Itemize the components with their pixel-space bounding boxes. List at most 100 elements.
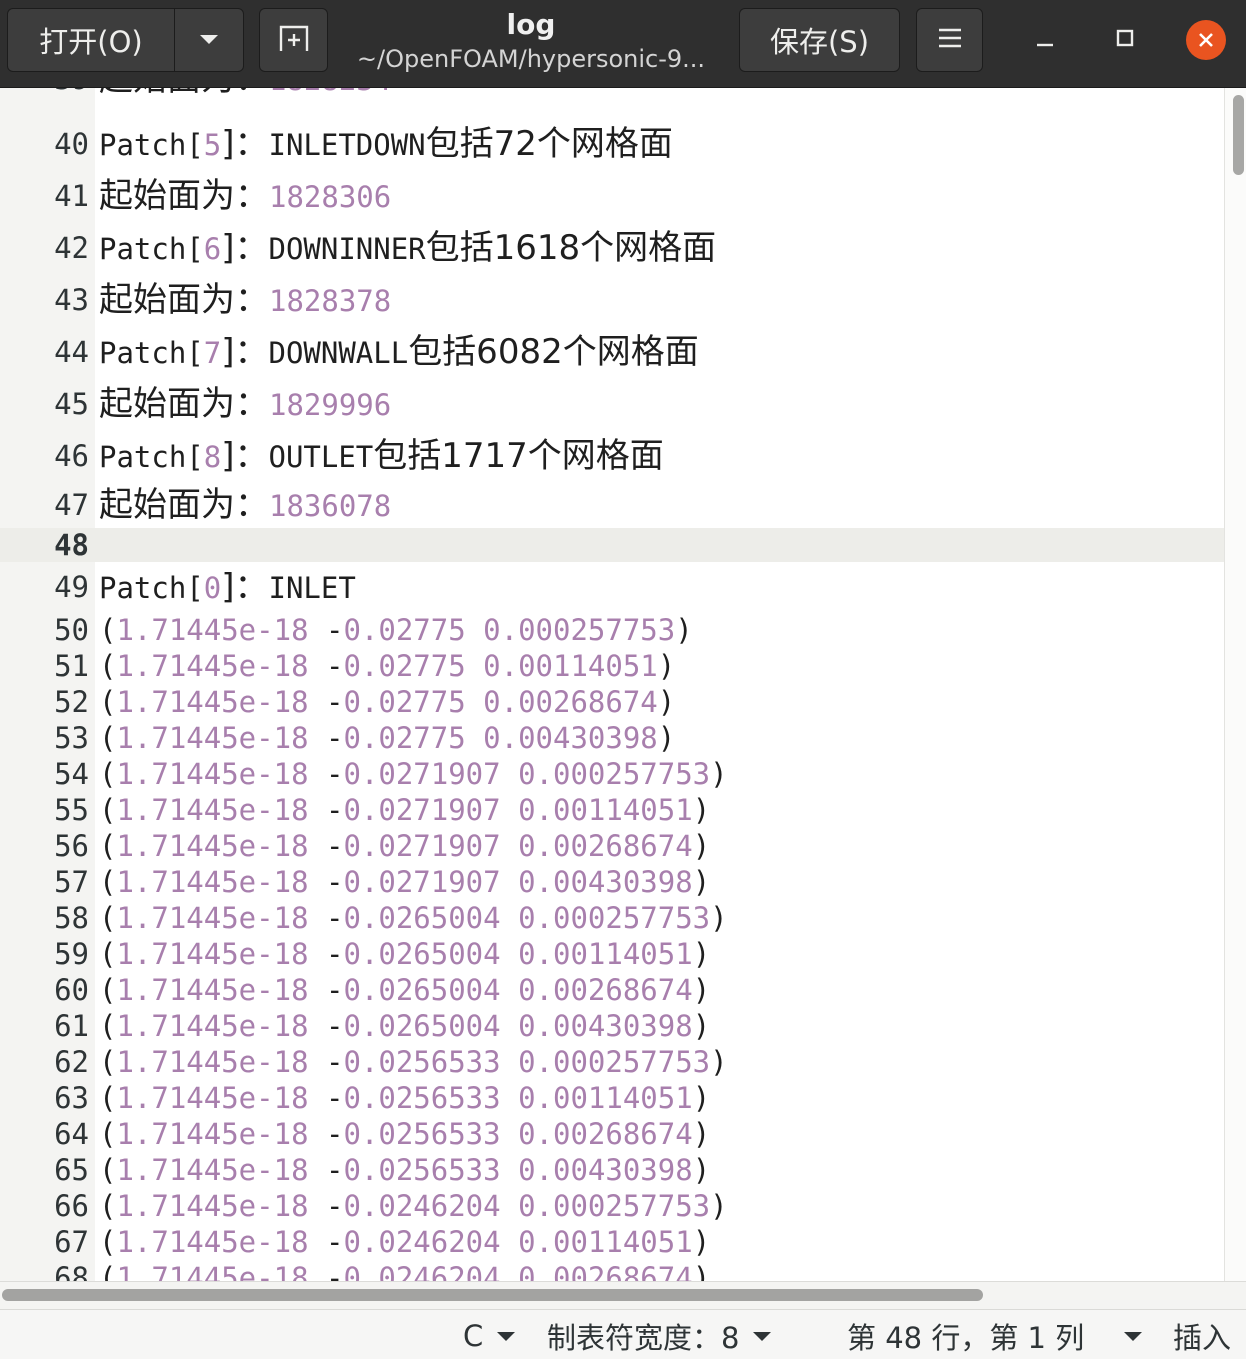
line-text: (1.71445e-18 -0.0246204 0.00114051) — [99, 1224, 710, 1265]
editor-line[interactable]: 57 (1.71445e-18 -0.0271907 0.00430398) — [0, 864, 1224, 900]
editor-line[interactable]: 56 (1.71445e-18 -0.0271907 0.00268674) — [0, 828, 1224, 864]
open-paren: ( — [99, 1189, 117, 1223]
cursor-position[interactable]: 第 48 行，第 1 列 — [847, 1316, 1143, 1356]
line-number: 66 — [54, 1189, 89, 1223]
editor-line[interactable]: 45 起始面为：1829996 — [0, 378, 1224, 430]
editor-line[interactable]: 55 (1.71445e-18 -0.0271907 0.00114051) — [0, 792, 1224, 828]
editor-line[interactable]: 53 (1.71445e-18 -0.02775 0.00430398) — [0, 720, 1224, 756]
editor-line[interactable]: 66 (1.71445e-18 -0.0246204 0.000257753) — [0, 1188, 1224, 1224]
editor-line[interactable]: 42 Patch[6]：DOWNINNER包括1618个网格面 — [0, 222, 1224, 274]
editor-line[interactable]: 62 (1.71445e-18 -0.0256533 0.000257753) — [0, 1044, 1224, 1080]
line-number: 64 — [54, 1117, 89, 1151]
editor-line[interactable]: 68 (1.71445e-18 -0.0246204 0.00268674) — [0, 1260, 1224, 1281]
main-menu-button[interactable] — [916, 8, 983, 72]
line-number: 49 — [54, 570, 89, 604]
open-recent-dropdown-button[interactable] — [174, 8, 244, 72]
minus-sign: - — [326, 1261, 344, 1281]
line-number: 51 — [54, 649, 89, 683]
editor-line[interactable]: 54 (1.71445e-18 -0.0271907 0.000257753) — [0, 756, 1224, 792]
patch-prefix: Patch[ — [99, 440, 204, 474]
patch-suffix: ]： — [221, 332, 269, 372]
open-paren: ( — [99, 613, 117, 647]
coord-y: 0.02775 — [343, 613, 466, 647]
editor-line[interactable]: 64 (1.71445e-18 -0.0256533 0.00268674) — [0, 1116, 1224, 1152]
save-button[interactable]: 保存(S) — [739, 8, 900, 72]
start-face-label: 起始面为： — [99, 176, 269, 216]
maximize-button[interactable] — [1097, 12, 1153, 68]
coord-y: 0.0256533 — [343, 1081, 501, 1115]
editor-line[interactable]: 59 (1.71445e-18 -0.0265004 0.00114051) — [0, 936, 1224, 972]
editor-line[interactable]: 39 起始面为：1828234 — [0, 88, 1224, 104]
text-editor[interactable]: 39起始面为：1828234 40Patch[5]：INLETDOWN包括72个网… — [0, 88, 1246, 1281]
insert-mode-label: 插入 — [1173, 1321, 1232, 1355]
close-icon — [1186, 20, 1226, 60]
editor-line[interactable]: 61 (1.71445e-18 -0.0265004 0.00430398) — [0, 1008, 1224, 1044]
line-number: 41 — [54, 179, 89, 213]
editor-line[interactable]: 48 — [0, 528, 1224, 562]
patch-index: 7 — [203, 336, 222, 370]
vertical-scrollbar[interactable] — [1224, 88, 1246, 1281]
coord-y: 0.0246204 — [343, 1225, 501, 1259]
coord-z: 0.00268674 — [518, 973, 693, 1007]
insert-mode-indicator[interactable]: 插入 — [1173, 1316, 1231, 1356]
line-number: 46 — [54, 439, 89, 473]
coord-x: 1.71445e-18 — [116, 865, 309, 899]
document-title: log — [506, 8, 556, 41]
minimize-button[interactable] — [1017, 12, 1073, 68]
new-tab-button[interactable] — [259, 8, 328, 72]
coord-z: 0.000257753 — [518, 757, 711, 791]
editor-line[interactable]: 52 (1.71445e-18 -0.02775 0.00268674) — [0, 684, 1224, 720]
open-button[interactable]: 打开(O) — [7, 8, 175, 72]
line-text: 起始面为：1828234 — [99, 88, 391, 110]
close-button[interactable] — [1178, 12, 1234, 68]
line-number: 63 — [54, 1081, 89, 1115]
editor-line[interactable]: 50 (1.71445e-18 -0.02775 0.000257753) — [0, 612, 1224, 648]
editor-line[interactable]: 47 起始面为：1836078 — [0, 482, 1224, 528]
editor-line[interactable]: 46 Patch[8]：OUTLET包括1717个网格面 — [0, 430, 1224, 482]
editor-line[interactable]: 41 起始面为：1828306 — [0, 170, 1224, 222]
open-paren: ( — [99, 973, 117, 1007]
minus-sign: - — [326, 1081, 344, 1115]
editor-line[interactable]: 65 (1.71445e-18 -0.0256533 0.00430398) — [0, 1152, 1224, 1188]
coord-x: 1.71445e-18 — [116, 901, 309, 935]
open-paren: ( — [99, 1081, 117, 1115]
vertical-scrollbar-thumb[interactable] — [1233, 95, 1244, 175]
coord-x: 1.71445e-18 — [116, 1081, 309, 1115]
editor-line[interactable]: 49 Patch[0]：INLET — [0, 562, 1224, 612]
editor-line[interactable]: 58 (1.71445e-18 -0.0265004 0.000257753) — [0, 900, 1224, 936]
close-paren: ) — [692, 865, 711, 899]
editor-line[interactable]: 43 起始面为：1828378 — [0, 274, 1224, 326]
editor-line[interactable]: 60 (1.71445e-18 -0.0265004 0.00268674) — [0, 972, 1224, 1008]
editor-line[interactable]: 40 Patch[5]：INLETDOWN包括72个网格面 — [0, 118, 1224, 170]
patch-suffix: ]： — [221, 567, 269, 607]
coord-x: 1.71445e-18 — [116, 937, 309, 971]
editor-line[interactable]: 44 Patch[7]：DOWNWALL包括6082个网格面 — [0, 326, 1224, 378]
horizontal-scrollbar-thumb[interactable] — [2, 1289, 983, 1301]
editor-line[interactable]: 67 (1.71445e-18 -0.0246204 0.00114051) — [0, 1224, 1224, 1260]
patch-index: 8 — [203, 440, 222, 474]
new-tab-icon — [277, 23, 311, 57]
editor-line[interactable]: 63 (1.71445e-18 -0.0256533 0.00114051) — [0, 1080, 1224, 1116]
line-text: Patch[8]：OUTLET包括1717个网格面 — [99, 430, 664, 488]
editor-line[interactable]: 51 (1.71445e-18 -0.02775 0.00114051) — [0, 648, 1224, 684]
close-paren: ) — [692, 1225, 711, 1259]
document-path: ~/OpenFOAM/hypersonic-9... — [356, 45, 706, 73]
tab-width-selector[interactable]: 制表符宽度：8 — [547, 1316, 772, 1356]
line-text: 起始面为：1828378 — [99, 274, 391, 332]
close-paren: ) — [657, 685, 676, 719]
language-selector[interactable]: C — [463, 1316, 516, 1356]
minus-sign: - — [326, 1009, 344, 1043]
close-paren: ) — [710, 1189, 728, 1223]
start-face-label: 起始面为： — [99, 384, 269, 424]
